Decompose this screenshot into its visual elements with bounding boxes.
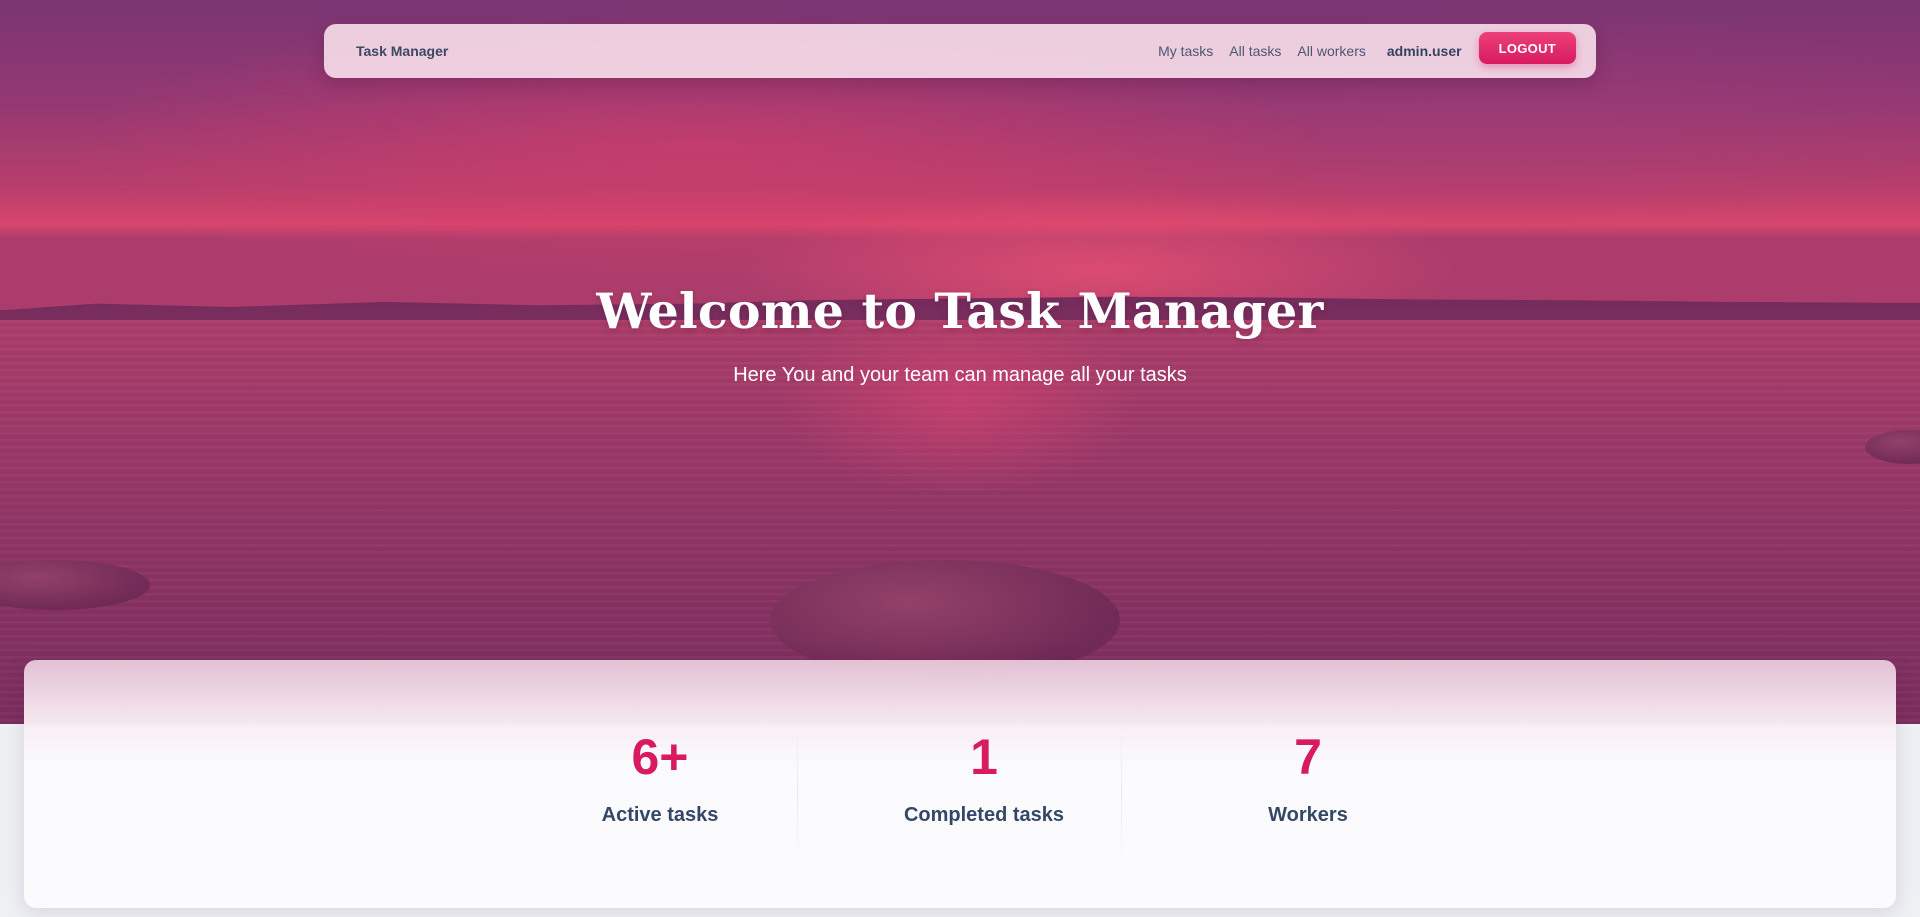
stat-value: 1 bbox=[970, 729, 998, 785]
stat-workers: 7 Workers bbox=[1146, 660, 1470, 908]
page: Task Manager My tasks All tasks All work… bbox=[0, 0, 1920, 917]
nav-link-my-tasks[interactable]: My tasks bbox=[1158, 43, 1213, 59]
stat-value: 6+ bbox=[631, 729, 689, 785]
nav-link-all-workers[interactable]: All workers bbox=[1297, 43, 1365, 59]
current-username[interactable]: admin.user bbox=[1387, 43, 1462, 59]
stat-completed-tasks: 1 Completed tasks bbox=[822, 660, 1146, 908]
stats-card: 6+ Active tasks 1 Completed tasks 7 Work… bbox=[24, 660, 1896, 908]
brand-link[interactable]: Task Manager bbox=[356, 43, 448, 59]
stat-value: 7 bbox=[1294, 729, 1322, 785]
hero-overlay bbox=[0, 0, 1920, 724]
hero-background bbox=[0, 0, 1920, 724]
stat-label: Completed tasks bbox=[903, 804, 1065, 826]
stat-label: Active tasks bbox=[601, 804, 719, 826]
hero-subtitle: Here You and your team can manage all yo… bbox=[733, 364, 1187, 386]
logout-button[interactable]: LOGOUT bbox=[1478, 32, 1576, 64]
stat-label: Workers bbox=[1268, 804, 1348, 826]
hero-title: Welcome to Task Manager bbox=[596, 282, 1324, 340]
stat-divider bbox=[1121, 722, 1122, 862]
navbar: Task Manager My tasks All tasks All work… bbox=[324, 24, 1596, 78]
nav-link-all-tasks[interactable]: All tasks bbox=[1229, 43, 1281, 59]
stat-active-tasks: 6+ Active tasks bbox=[498, 660, 822, 908]
stat-divider bbox=[797, 722, 798, 862]
